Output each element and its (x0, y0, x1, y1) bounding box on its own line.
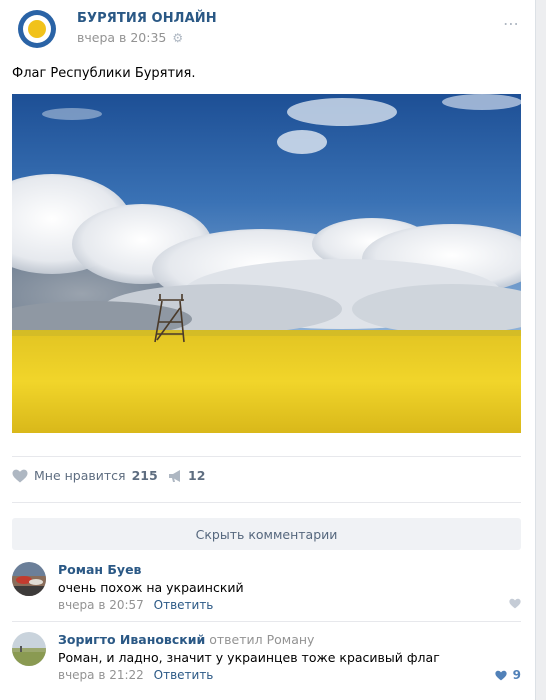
post-header: БУРЯТИЯ ОНЛАЙН вчера в 20:35 ⚙ ⋯ (0, 0, 536, 60)
heart-icon (495, 670, 507, 680)
community-name[interactable]: БУРЯТИЯ ОНЛАЙН (77, 11, 217, 26)
heart-icon (509, 598, 521, 609)
avatar-image (12, 632, 46, 666)
comment-text: очень похож на украинский (58, 580, 244, 595)
post-photo[interactable] (12, 94, 521, 433)
comment-text: Роман, и ладно, значит у украинцев тоже … (58, 650, 440, 665)
comment-like-button[interactable]: 9 (495, 668, 521, 682)
comment-meta: вчера в 20:57 Ответить (58, 598, 213, 612)
commenter-avatar[interactable] (12, 562, 46, 596)
hide-comments-button[interactable]: Скрыть комментарии (12, 518, 521, 550)
divider (12, 621, 521, 622)
comment-meta: вчера в 21:22 Ответить (58, 668, 213, 682)
avatar-image (12, 562, 46, 596)
commenter-avatar[interactable] (12, 632, 46, 666)
megaphone-icon (169, 469, 180, 482)
reply-button[interactable]: Ответить (154, 598, 214, 612)
divider (12, 456, 521, 457)
more-options-icon[interactable]: ⋯ (503, 14, 520, 33)
community-avatar[interactable] (18, 10, 56, 48)
like-label: Мне нравится (34, 468, 126, 483)
comment-author: Роман Буев (58, 562, 141, 577)
author-name[interactable]: Роман Буев (58, 562, 141, 577)
comment-author: Зоригто Ивановский ответил Роману (58, 632, 314, 647)
author-name[interactable]: Зоригто Ивановский (58, 632, 205, 647)
post-card: БУРЯТИЯ ОНЛАЙН вчера в 20:35 ⚙ ⋯ Флаг Ре… (0, 0, 536, 700)
avatar-dot (28, 20, 46, 38)
comment-like-count: 9 (512, 668, 521, 682)
comment-time[interactable]: вчера в 20:57 (58, 598, 144, 612)
heart-icon (12, 469, 28, 482)
comment-like-button[interactable] (509, 598, 521, 609)
divider (12, 502, 521, 503)
post-timestamp[interactable]: вчера в 20:35 ⚙ (77, 30, 183, 45)
post-time-text: вчера в 20:35 (77, 30, 167, 45)
share-button[interactable]: 12 (168, 468, 205, 483)
reply-to-label[interactable]: ответил Роману (209, 632, 314, 647)
post-text: Флаг Республики Бурятия. (12, 66, 196, 81)
like-button[interactable]: Мне нравится 215 (12, 468, 158, 483)
comment-item: Роман Буев очень похож на украинский вче… (12, 562, 521, 622)
comment-item: Зоригто Ивановский ответил Роману Роман,… (12, 632, 521, 692)
reply-button[interactable]: Ответить (154, 668, 214, 682)
like-count: 215 (131, 468, 158, 483)
comment-time[interactable]: вчера в 21:22 (58, 668, 144, 682)
share-count: 12 (188, 468, 206, 483)
photo-image (12, 94, 521, 433)
gear-icon: ⚙ (172, 31, 184, 45)
